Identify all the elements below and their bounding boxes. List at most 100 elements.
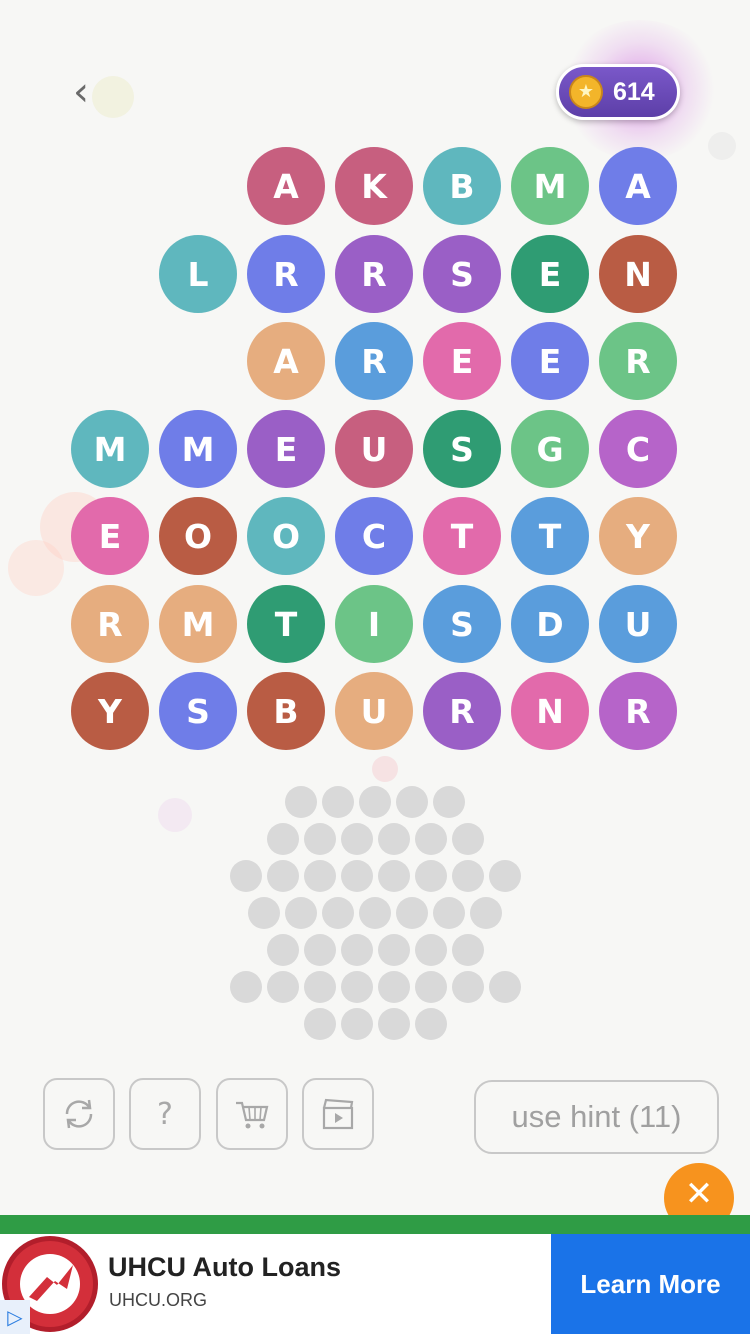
answer-slot bbox=[378, 860, 410, 892]
answer-slot bbox=[415, 971, 447, 1003]
ad-top-bar bbox=[0, 1215, 750, 1234]
letter-tile[interactable]: A bbox=[599, 147, 677, 225]
answer-slot bbox=[304, 971, 336, 1003]
bokeh-decoration bbox=[158, 798, 192, 832]
letter-tile[interactable]: E bbox=[511, 322, 589, 400]
letter-tile[interactable]: C bbox=[335, 497, 413, 575]
letter-tile[interactable]: S bbox=[159, 672, 237, 750]
letter-tile[interactable]: C bbox=[599, 410, 677, 488]
letter-tile[interactable]: U bbox=[335, 672, 413, 750]
answer-slot bbox=[322, 786, 354, 818]
letter-tile[interactable]: S bbox=[423, 410, 501, 488]
letter-tile[interactable]: T bbox=[511, 497, 589, 575]
answer-slot bbox=[304, 823, 336, 855]
answer-slot bbox=[304, 860, 336, 892]
answer-slot bbox=[359, 786, 391, 818]
answer-slot bbox=[378, 934, 410, 966]
answer-slot bbox=[267, 860, 299, 892]
answer-slot bbox=[285, 897, 317, 929]
question-icon: ? bbox=[157, 1096, 173, 1132]
letter-tile[interactable]: R bbox=[423, 672, 501, 750]
letter-tile[interactable]: R bbox=[71, 585, 149, 663]
answer-slot bbox=[230, 971, 262, 1003]
answer-slot bbox=[415, 860, 447, 892]
answer-slot bbox=[304, 934, 336, 966]
ad-title[interactable]: UHCU Auto Loans bbox=[108, 1252, 341, 1283]
answer-slot bbox=[489, 860, 521, 892]
letter-tile[interactable]: N bbox=[599, 235, 677, 313]
cart-icon bbox=[236, 1101, 269, 1129]
answer-slot bbox=[378, 971, 410, 1003]
letter-tile[interactable]: M bbox=[511, 147, 589, 225]
bokeh-decoration bbox=[8, 540, 64, 596]
letter-tile[interactable]: E bbox=[71, 497, 149, 575]
answer-slot bbox=[341, 823, 373, 855]
letter-tile[interactable]: E bbox=[247, 410, 325, 488]
letter-tile[interactable]: I bbox=[335, 585, 413, 663]
letter-tile[interactable]: E bbox=[511, 235, 589, 313]
letter-tile[interactable]: M bbox=[159, 585, 237, 663]
close-icon: ✕ bbox=[684, 1174, 714, 1214]
letter-tile[interactable]: N bbox=[511, 672, 589, 750]
letter-tile[interactable]: T bbox=[247, 585, 325, 663]
letter-tile[interactable]: T bbox=[423, 497, 501, 575]
learn-more-button[interactable]: Learn More bbox=[551, 1234, 750, 1334]
answer-slot bbox=[285, 786, 317, 818]
letter-tile[interactable]: A bbox=[247, 147, 325, 225]
letter-tile[interactable]: Y bbox=[599, 497, 677, 575]
ad-url: UHCU.ORG bbox=[109, 1290, 207, 1310]
answer-slot bbox=[378, 823, 410, 855]
answer-slot bbox=[396, 897, 428, 929]
coin-count: 614 bbox=[613, 78, 655, 106]
shop-button[interactable] bbox=[216, 1078, 288, 1150]
letter-tile[interactable]: O bbox=[247, 497, 325, 575]
answer-slot bbox=[248, 897, 280, 929]
letter-tile[interactable]: U bbox=[335, 410, 413, 488]
letter-tile[interactable]: G bbox=[511, 410, 589, 488]
letter-tile[interactable]: K bbox=[335, 147, 413, 225]
shuffle-button[interactable] bbox=[43, 1078, 115, 1150]
letter-tile[interactable]: R bbox=[247, 235, 325, 313]
letter-tile[interactable]: U bbox=[599, 585, 677, 663]
ad-choices-icon[interactable]: ▷ bbox=[0, 1300, 30, 1334]
answer-slot bbox=[470, 897, 502, 929]
answer-slot bbox=[304, 1008, 336, 1040]
letter-tile[interactable]: R bbox=[599, 322, 677, 400]
letter-tile[interactable]: M bbox=[71, 410, 149, 488]
answer-slot bbox=[433, 897, 465, 929]
answer-slot bbox=[452, 823, 484, 855]
video-reward-button[interactable] bbox=[302, 1078, 374, 1150]
answer-slot bbox=[433, 786, 465, 818]
video-clapper-icon bbox=[322, 1098, 354, 1130]
letter-tile[interactable]: A bbox=[247, 322, 325, 400]
star-coin-icon: ★ bbox=[569, 75, 603, 109]
answer-slot bbox=[322, 897, 354, 929]
answer-slot bbox=[341, 934, 373, 966]
letter-tile[interactable]: Y bbox=[71, 672, 149, 750]
answer-slot bbox=[415, 934, 447, 966]
letter-tile[interactable]: B bbox=[423, 147, 501, 225]
answer-slot bbox=[341, 971, 373, 1003]
answer-slot bbox=[341, 1008, 373, 1040]
letter-tile[interactable]: L bbox=[159, 235, 237, 313]
letter-tile[interactable]: R bbox=[599, 672, 677, 750]
help-button[interactable]: ? bbox=[129, 1078, 201, 1150]
letter-tile[interactable]: E bbox=[423, 322, 501, 400]
answer-slot bbox=[452, 934, 484, 966]
answer-slot bbox=[230, 860, 262, 892]
back-button[interactable]: ‹ bbox=[66, 72, 96, 112]
letter-tile[interactable]: D bbox=[511, 585, 589, 663]
letter-tile[interactable]: R bbox=[335, 322, 413, 400]
letter-tile[interactable]: O bbox=[159, 497, 237, 575]
letter-tile[interactable]: B bbox=[247, 672, 325, 750]
coin-balance-badge[interactable]: ★ 614 bbox=[556, 64, 680, 120]
answer-slot bbox=[267, 823, 299, 855]
letter-tile[interactable]: S bbox=[423, 585, 501, 663]
answer-slot bbox=[341, 860, 373, 892]
answer-slot bbox=[452, 971, 484, 1003]
letter-tile[interactable]: R bbox=[335, 235, 413, 313]
letter-tile[interactable]: M bbox=[159, 410, 237, 488]
letter-tile[interactable]: S bbox=[423, 235, 501, 313]
use-hint-button[interactable]: use hint (11) bbox=[474, 1080, 719, 1154]
chevron-left-icon: ‹ bbox=[73, 69, 89, 115]
